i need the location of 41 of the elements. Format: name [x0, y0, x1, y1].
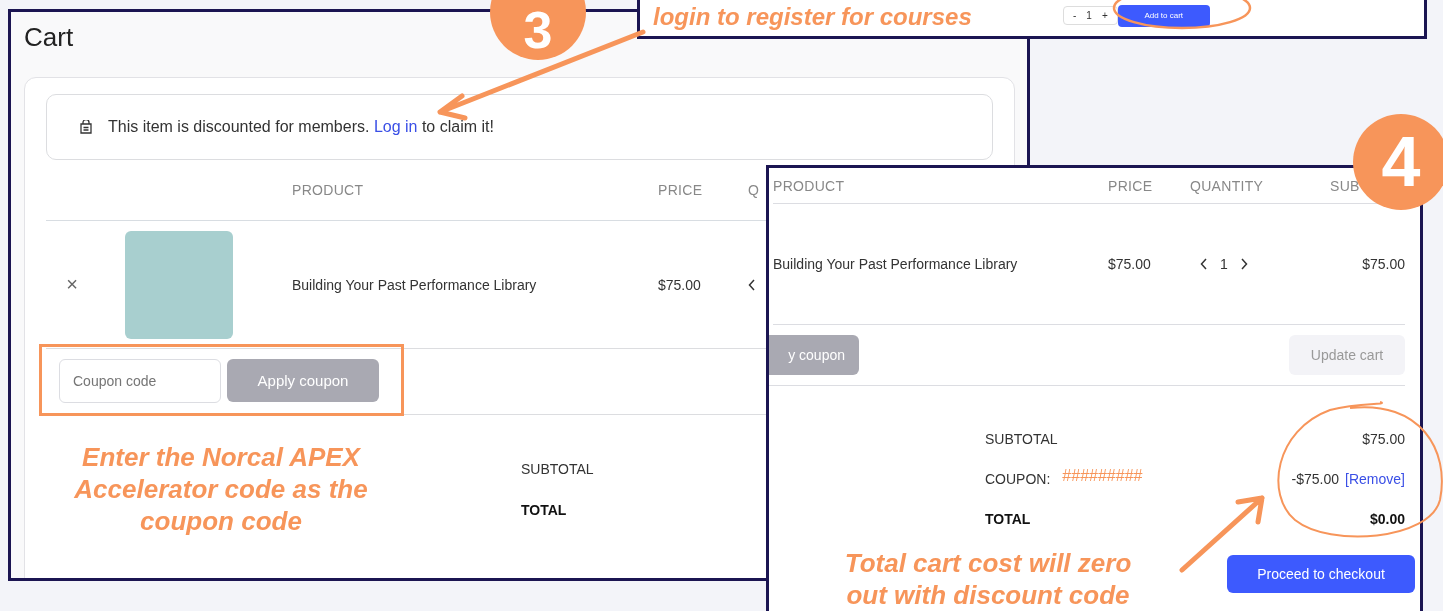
chevron-right-icon[interactable] — [1239, 257, 1248, 271]
bag-icon — [80, 120, 92, 134]
column-header: PRODUCT — [292, 182, 364, 198]
coupon-code-text: ######### — [1062, 466, 1143, 485]
page-title: Cart — [24, 22, 74, 54]
chevron-left-icon[interactable] — [748, 277, 756, 292]
price-cell-text: $75.00 — [1108, 256, 1152, 272]
column-header: SUB — [1330, 177, 1360, 194]
login-link[interactable]: Log in — [373, 118, 418, 135]
column-header: PRICE — [658, 182, 703, 198]
column-header: PRODUCT — [773, 177, 845, 194]
total-value: $0.00 — [1369, 510, 1405, 527]
add-to-cart-button[interactable]: Add to cart — [1117, 4, 1210, 27]
remove-link[interactable]: [Remove] — [1345, 470, 1405, 487]
column-header: Q — [748, 182, 760, 198]
annotation-text: Enter the Norcal APEX Accelerator code as the coupon code — [73, 441, 369, 537]
total-value: $75.00 — [1362, 430, 1405, 447]
total-label: COUPON: — [985, 470, 1051, 487]
annotation-text: Total cart cost will zero out with discount code — [843, 547, 1133, 611]
total-label: TOTAL — [521, 502, 568, 518]
quantity-value: 1 — [1086, 10, 1092, 21]
product-name: Building Your Past Performance Library — [773, 256, 1019, 272]
coupon-field[interactable]: Coupon code — [59, 359, 221, 403]
product-name: Building Your Past Performance Library — [292, 276, 538, 293]
annotation-text: login to register for courses — [653, 1, 973, 31]
remove-button[interactable]: × — [62, 273, 82, 296]
subtotal-cell-text: $75.00 — [1361, 256, 1405, 272]
notice-text: This item is discounted for members. Log in to claim it! — [108, 118, 494, 136]
total-label: TOTAL — [985, 510, 1031, 527]
quantity-stepper[interactable]: - 1 + — [1063, 6, 1118, 25]
checkout-button[interactable]: Proceed to checkout — [1227, 555, 1415, 593]
column-header: QUANTITY — [1190, 177, 1264, 194]
total-value: -$75.00 — [1291, 470, 1340, 487]
price-cell-text: $75.00 — [658, 276, 702, 293]
plus-text[interactable]: + — [1101, 10, 1108, 21]
quantity-value: 1 — [1220, 256, 1228, 272]
minus-text[interactable]: - — [1073, 10, 1077, 21]
column-header: PRICE — [1108, 177, 1153, 194]
chevron-left-icon[interactable] — [1200, 257, 1208, 271]
total-label: SUBTOTAL — [521, 461, 594, 477]
total-label: SUBTOTAL — [985, 430, 1058, 447]
